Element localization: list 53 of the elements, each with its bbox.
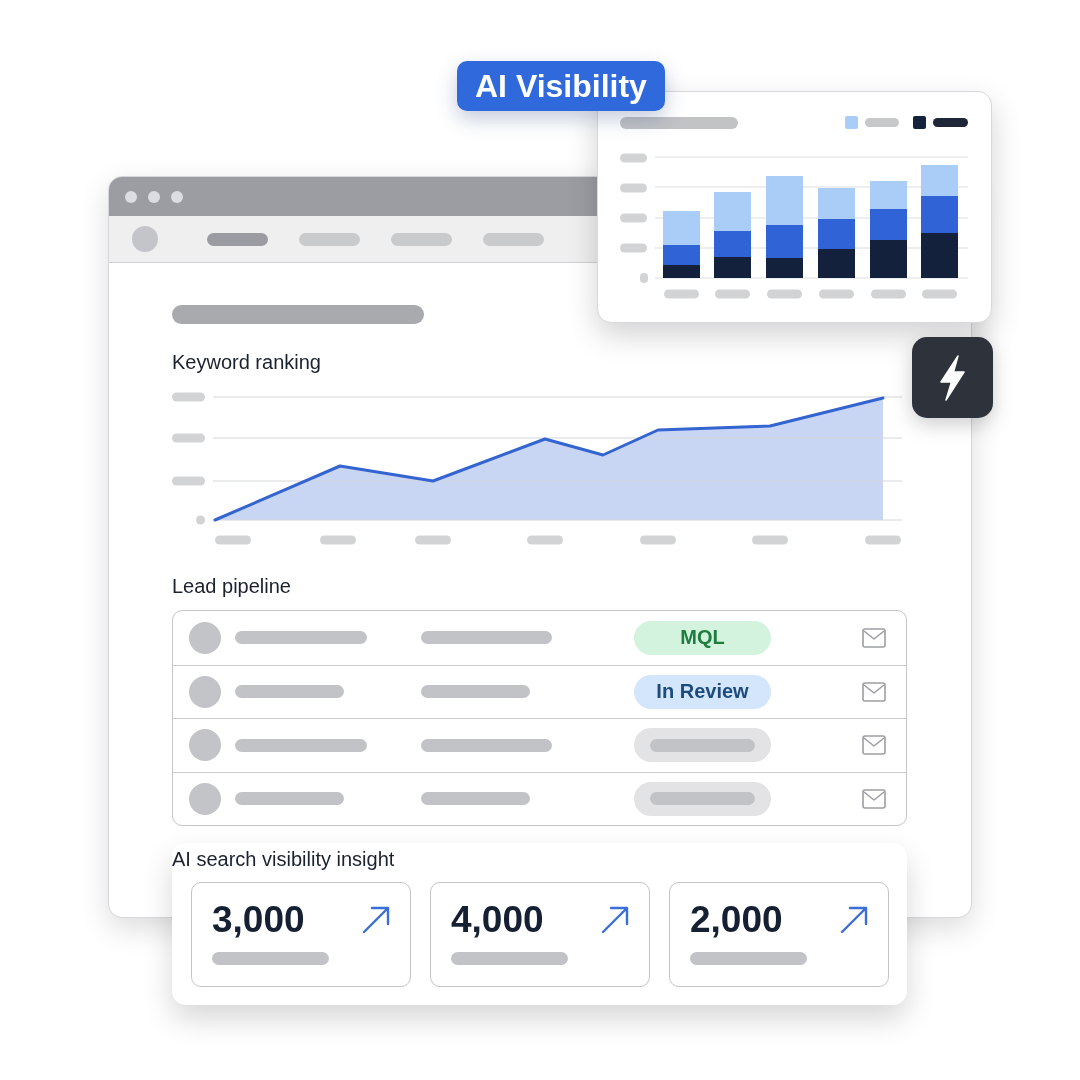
lightning-icon[interactable] — [912, 337, 993, 418]
axis-label-placeholder — [172, 433, 205, 443]
section-title: AI search visibility insight — [172, 847, 395, 871]
nav-tab-placeholder[interactable] — [207, 232, 268, 246]
avatar-icon — [189, 621, 221, 654]
axis-label-placeholder — [172, 392, 205, 402]
axis-label-placeholder — [871, 289, 906, 299]
avatar-icon — [189, 782, 221, 815]
window-dot-icon[interactable] — [171, 190, 183, 203]
section-title: Lead pipeline — [172, 574, 291, 598]
axis-label-placeholder — [819, 289, 854, 299]
axis-label-placeholder — [415, 535, 451, 545]
axis-label-placeholder — [620, 153, 647, 163]
window-dot-icon[interactable] — [148, 190, 160, 203]
avatar-icon — [189, 675, 221, 708]
stat-value: 2,000 — [690, 900, 783, 940]
mail-icon[interactable] — [862, 788, 886, 809]
mail-icon[interactable] — [862, 681, 886, 702]
nav-tab-placeholder[interactable] — [483, 232, 544, 246]
status-badge: In Review — [634, 674, 771, 709]
axis-label-placeholder — [215, 535, 251, 545]
avatar-icon — [132, 226, 158, 252]
stat-value: 4,000 — [451, 900, 544, 940]
axis-label-placeholder — [320, 535, 356, 545]
arrow-up-right-icon — [362, 906, 390, 934]
legend-label-placeholder — [865, 118, 899, 127]
axis-label-placeholder — [620, 213, 647, 223]
axis-label-placeholder — [922, 289, 957, 299]
section-title: Keyword ranking — [172, 350, 321, 374]
mail-icon[interactable] — [862, 627, 886, 648]
axis-label-placeholder — [527, 535, 563, 545]
axis-label-placeholder — [664, 289, 699, 299]
axis-label-placeholder — [640, 273, 648, 283]
nav-tab-placeholder[interactable] — [299, 232, 360, 246]
arrow-up-right-icon — [840, 906, 868, 934]
axis-label-placeholder — [715, 289, 750, 299]
axis-label-placeholder — [172, 476, 205, 486]
avatar-icon — [189, 729, 221, 762]
arrow-up-right-icon — [601, 906, 629, 934]
nav-tab-placeholder[interactable] — [391, 232, 452, 246]
status-badge: MQL — [634, 620, 771, 655]
axis-label-placeholder — [620, 243, 647, 253]
legend-label-placeholder — [933, 118, 968, 127]
mail-icon[interactable] — [862, 735, 886, 756]
axis-label-placeholder — [767, 289, 802, 299]
axis-label-placeholder — [640, 535, 676, 545]
window-dot-icon[interactable] — [125, 190, 137, 203]
axis-label-placeholder — [196, 515, 205, 525]
axis-label-placeholder — [620, 183, 647, 193]
heading-badge: AI Visibility — [457, 61, 665, 111]
axis-label-placeholder — [752, 535, 788, 545]
stat-value: 3,000 — [212, 900, 305, 940]
axis-label-placeholder — [865, 535, 901, 545]
